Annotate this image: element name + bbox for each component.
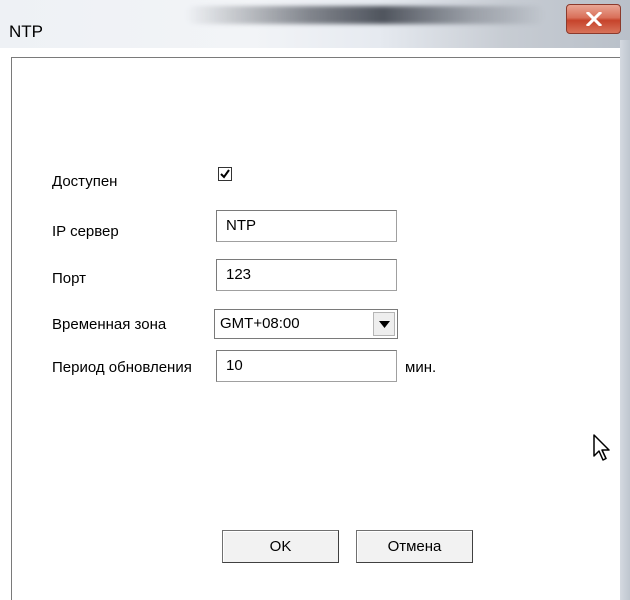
ip-server-label: IP сервер [52, 223, 119, 240]
ntp-dialog: NTP Доступен IP сервер NTP Порт 123 Врем… [0, 0, 630, 600]
timezone-dropdown-button[interactable] [373, 312, 395, 336]
port-label: Порт [52, 270, 87, 287]
ip-server-input[interactable]: NTP [216, 210, 397, 242]
close-button[interactable] [566, 4, 621, 34]
timezone-selected-value: GMT+08:00 [220, 315, 300, 332]
chevron-down-icon [379, 321, 390, 328]
enabled-label: Доступен [52, 173, 118, 190]
port-input[interactable]: 123 [216, 259, 397, 291]
cancel-button[interactable]: Отмена [356, 530, 473, 563]
window-title: NTP [9, 22, 43, 41]
enabled-checkbox[interactable] [218, 167, 232, 181]
mouse-cursor-icon [593, 434, 610, 461]
close-icon [586, 12, 602, 26]
title-bar[interactable]: NTP [0, 0, 630, 48]
checkmark-icon [220, 169, 230, 179]
update-period-unit: мин. [405, 359, 437, 376]
update-period-label: Период обновления [52, 359, 192, 376]
title-bar-glare [185, 6, 545, 24]
update-period-input[interactable]: 10 [216, 350, 397, 382]
ok-button[interactable]: OK [222, 530, 339, 563]
timezone-select[interactable]: GMT+08:00 [214, 309, 398, 339]
timezone-label: Временная зона [52, 316, 167, 333]
window-frame-right [620, 40, 630, 600]
